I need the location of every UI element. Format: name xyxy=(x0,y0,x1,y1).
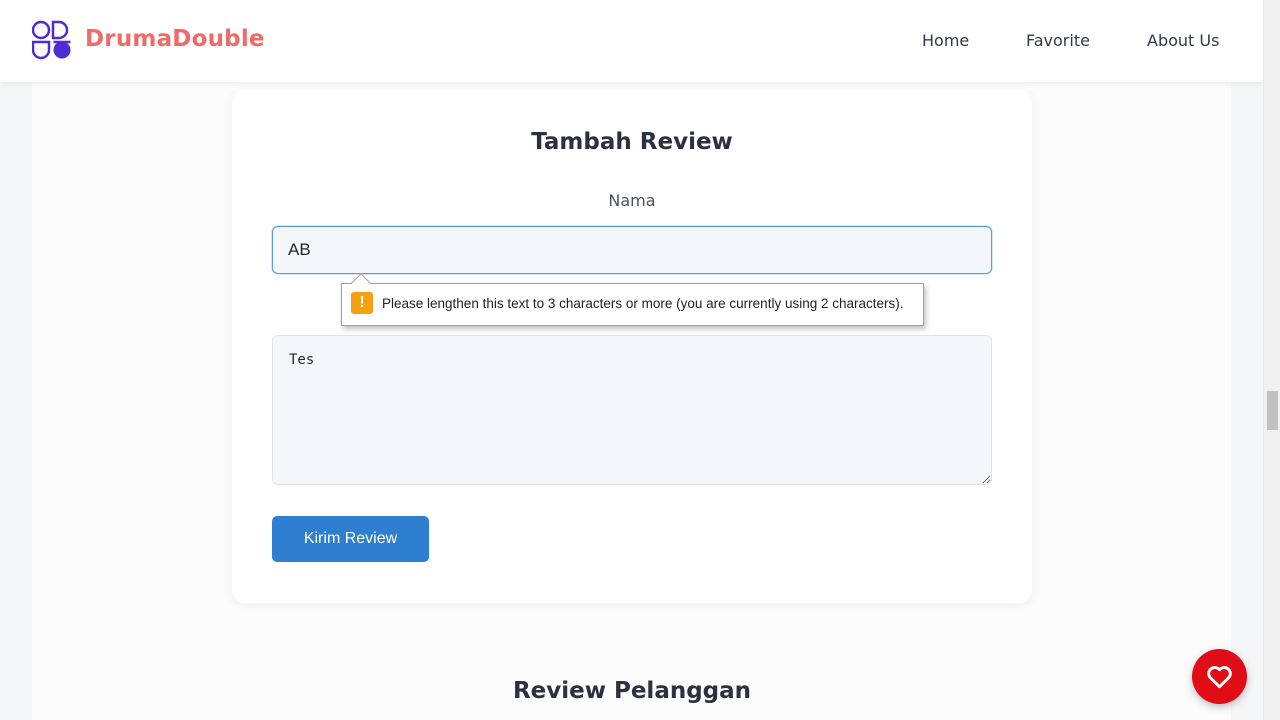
reviews-section-title: Review Pelanggan xyxy=(512,678,752,704)
name-label: Nama xyxy=(608,191,656,210)
favorite-button[interactable] xyxy=(1192,649,1247,704)
review-textarea[interactable]: Tes xyxy=(272,335,992,485)
scrollbar-thumb[interactable] xyxy=(1267,391,1278,430)
validation-tooltip: ! Please lengthen this text to 3 charact… xyxy=(341,273,924,326)
submit-review-button[interactable]: Kirim Review xyxy=(272,516,429,562)
site-header: DrumaDouble Home Favorite About Us xyxy=(0,0,1263,82)
nav-home-link[interactable]: Home xyxy=(922,31,969,50)
nav-favorite-link[interactable]: Favorite xyxy=(1026,31,1090,50)
warning-icon: ! xyxy=(351,292,373,314)
name-input[interactable] xyxy=(272,226,992,274)
page-scrollbar[interactable] xyxy=(1263,0,1280,720)
heart-icon xyxy=(1207,666,1232,689)
form-title: Tambah Review xyxy=(531,129,733,155)
nav-about-link[interactable]: About Us xyxy=(1147,31,1219,50)
validation-message: Please lengthen this text to 3 character… xyxy=(382,296,904,311)
brand-logo-icon[interactable] xyxy=(32,20,72,60)
brand-name[interactable]: DrumaDouble xyxy=(85,26,265,52)
